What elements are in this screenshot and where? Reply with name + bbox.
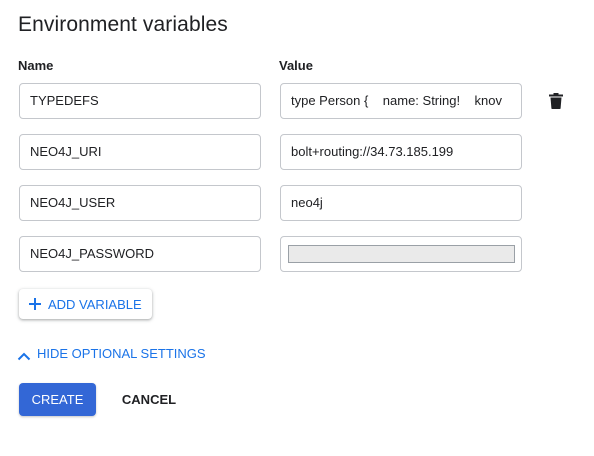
- variable-name-input[interactable]: NEO4J_URI: [19, 134, 261, 170]
- variable-value-input[interactable]: type Person { name: String! knov: [280, 83, 522, 119]
- create-button[interactable]: CREATE: [19, 383, 96, 416]
- environment-variables-panel: Environment variables Name Value TYPEDEF…: [0, 0, 594, 456]
- chevron-up-icon: [17, 349, 31, 360]
- password-value-input[interactable]: [280, 236, 522, 272]
- hide-optional-settings-label: HIDE OPTIONAL SETTINGS: [37, 346, 206, 361]
- variable-value-input[interactable]: bolt+routing://34.73.185.199: [280, 134, 522, 170]
- cancel-button[interactable]: CANCEL: [111, 383, 187, 416]
- add-variable-label: ADD VARIABLE: [48, 296, 142, 312]
- section-title: Environment variables: [18, 13, 228, 36]
- hide-optional-settings-toggle[interactable]: HIDE OPTIONAL SETTINGS: [17, 346, 206, 361]
- name-column-header: Name: [18, 58, 54, 73]
- variable-name-input[interactable]: NEO4J_PASSWORD: [19, 236, 261, 272]
- variable-name-input[interactable]: TYPEDEFS: [19, 83, 261, 119]
- password-masked-field[interactable]: [288, 245, 515, 263]
- value-column-header: Value: [279, 58, 313, 73]
- variable-value-input[interactable]: neo4j: [280, 185, 522, 221]
- trash-icon[interactable]: [549, 93, 563, 109]
- add-variable-button[interactable]: ADD VARIABLE: [19, 289, 152, 319]
- variable-name-input[interactable]: NEO4J_USER: [19, 185, 261, 221]
- plus-icon: [28, 297, 42, 311]
